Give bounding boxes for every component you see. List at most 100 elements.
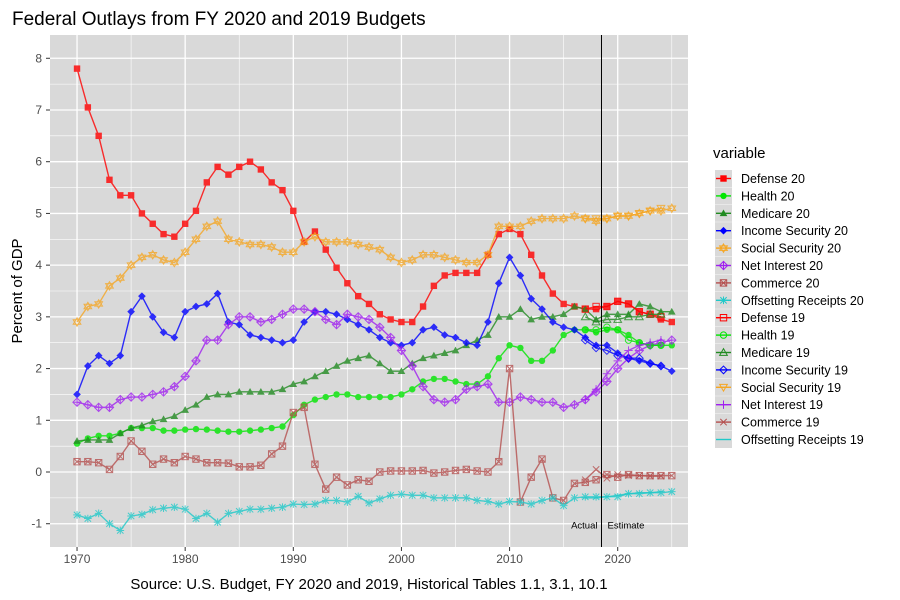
data-point-offsetting-receipts-20 [73,511,81,519]
data-point-offsetting-receipts-20 [440,494,449,502]
y-tick-label: 3 [35,310,42,324]
data-point-offsetting-receipts-20 [267,504,276,513]
data-point-defense-20 [138,210,146,217]
data-point-defense-20 [473,269,481,277]
data-point-health-20 [549,347,557,354]
data-point-offsetting-receipts-20 [159,504,168,513]
data-point-offsetting-receipts-20 [202,509,211,518]
data-point-defense-20 [463,269,470,277]
data-point-defense-20 [95,132,102,140]
data-point-health-20 [354,393,362,401]
data-point-health-20 [214,427,221,434]
data-point-offsetting-receipts-20 [635,489,644,498]
legend-label: Net Interest 19 [741,398,823,412]
data-point-defense-20 [549,290,557,297]
data-point-defense-20 [344,280,351,287]
legend-title: variable [713,145,766,162]
data-point-defense-20 [268,179,275,186]
legend-label: Health 20 [741,189,795,203]
y-tick-label: 7 [35,103,42,117]
data-point-defense-20 [409,318,416,326]
data-point-health-20 [506,342,513,349]
estimate-label: Estimate [607,520,644,531]
data-point-offsetting-receipts-20 [397,490,406,499]
legend-label: Offsetting Receipts 19 [741,433,864,447]
data-point-defense-20 [171,233,178,240]
data-point-health-20 [495,355,502,362]
data-point-defense-20 [387,316,394,323]
data-point-offsetting-receipts-20 [224,509,233,518]
data-point-offsetting-receipts-20 [343,498,352,506]
data-point-defense-20 [257,166,265,173]
legend-label: Social Security 19 [741,381,841,395]
data-point-defense-20 [452,269,459,277]
data-point-defense-20 [419,303,427,310]
data-point-offsetting-receipts-20 [430,494,438,502]
data-point-offsetting-receipts-20 [592,492,600,501]
data-point-offsetting-receipts-20 [94,509,103,518]
data-point-defense-20 [322,246,329,253]
data-point-health-20 [257,426,265,433]
data-point-offsetting-receipts-20 [559,501,568,510]
legend-item-commerce-19: Commerce 19 [715,413,820,431]
data-point-offsetting-receipts-20 [278,503,287,512]
legend-key-marker [719,296,728,305]
legend-label: Health 19 [741,329,795,343]
chart-title: Federal Outlays from FY 2020 and 2019 Bu… [12,9,426,30]
data-point-defense-20 [214,163,221,171]
y-tick-label: 5 [35,206,42,220]
data-point-health-20 [560,331,567,339]
data-point-defense-20 [160,230,167,238]
data-point-defense-20 [311,228,319,235]
data-point-offsetting-receipts-20 [516,498,525,506]
data-point-offsetting-receipts-20 [657,488,665,497]
legend-item-income-security-19: Income Security 19 [715,361,848,379]
data-point-offsetting-receipts-20 [581,492,590,501]
data-point-health-20 [387,393,394,401]
data-point-defense-20 [538,272,546,279]
data-point-health-20 [171,427,178,434]
data-point-offsetting-receipts-20 [138,510,146,519]
legend-label: Defense 20 [741,172,805,186]
data-point-offsetting-receipts-20 [84,514,92,523]
data-point-health-20 [441,375,448,383]
data-point-offsetting-receipts-20 [332,496,341,505]
data-point-offsetting-receipts-20 [213,518,222,527]
data-point-defense-20 [354,292,362,300]
data-point-health-20 [160,427,167,434]
legend-item-commerce-20: Commerce 20 [715,274,820,292]
data-point-defense-20 [560,300,567,308]
legend-item-defense-20: Defense 20 [715,170,805,187]
data-point-offsetting-receipts-20 [527,500,536,508]
x-axis: 1970 1980 1990 2000 2010 2020 [64,547,631,566]
data-point-offsetting-receipts-20 [613,492,622,501]
x-tick-label: 1980 [172,552,199,566]
legend-item-health-19: Health 19 [715,326,795,344]
data-point-health-20 [203,426,210,433]
data-point-offsetting-receipts-20 [300,500,308,509]
actual-label: Actual [571,520,597,531]
legend: Defense 20 Health 20 Medicare 20 Income Sec… [715,170,864,448]
legend-label: Commerce 20 [741,276,820,290]
y-tick-label: -1 [31,517,42,531]
y-tick-label: 2 [35,362,42,376]
data-point-offsetting-receipts-20 [462,494,471,502]
data-point-offsetting-receipts-20 [386,491,395,500]
y-tick-label: 1 [35,413,42,427]
legend-label: Net Interest 20 [741,259,823,273]
y-tick-label: 4 [35,258,42,272]
data-point-defense-20 [246,158,254,165]
data-point-health-20 [538,357,546,365]
data-point-defense-20 [376,311,384,318]
y-tick-label: 0 [35,465,42,479]
legend-item-social-security-20: Social Security 20 [715,239,841,257]
data-point-offsetting-receipts-20 [419,491,427,500]
data-point-offsetting-receipts-20 [181,505,190,514]
y-tick-label: 6 [35,155,42,169]
data-point-health-20 [192,425,200,433]
data-point-defense-20 [192,207,200,215]
y-axis: -1 0 1 2 3 4 5 6 7 8 [31,51,50,531]
data-point-health-20 [528,357,535,365]
data-point-defense-20 [668,318,675,326]
data-point-defense-20 [225,171,232,178]
